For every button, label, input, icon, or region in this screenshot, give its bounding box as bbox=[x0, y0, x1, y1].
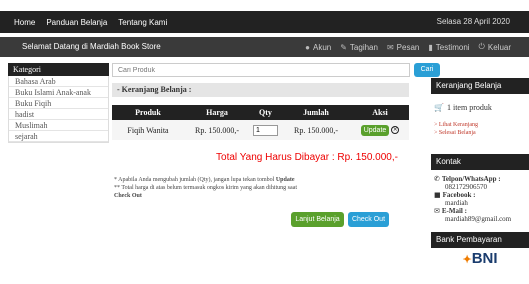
facebook-label: Facebook : bbox=[442, 191, 476, 199]
note-shipping: ** Total harga di atas belum termasuk on… bbox=[114, 185, 297, 191]
category-item-sejarah[interactable]: sejarah bbox=[9, 131, 108, 142]
nav-panduan-belanja[interactable]: Panduan Belanja bbox=[46, 18, 107, 27]
category-list: Bahasa Arab Buku Islami Anak-anak Buku F… bbox=[8, 76, 109, 143]
cart-header-row: Produk Harga Qty Jumlah Aksi bbox=[112, 105, 409, 120]
col-qty: Qty bbox=[250, 105, 281, 120]
phone-value: 082172906570 bbox=[445, 183, 487, 191]
cell-amount: Rp. 150.000,- bbox=[281, 120, 351, 140]
facebook-label-row: ■ Facebook : bbox=[434, 191, 526, 199]
cell-price: Rp. 150.000,- bbox=[184, 120, 250, 140]
link-keluar-label: Keluar bbox=[487, 42, 511, 52]
remove-icon[interactable]: × bbox=[391, 126, 400, 134]
link-tagihan-label: Tagihan bbox=[349, 42, 378, 52]
nav-home[interactable]: Home bbox=[14, 18, 35, 27]
comment-icon: ▮ bbox=[428, 42, 433, 52]
account-links: ● Akun ✎ Tagihan ✉ Pesan ▮ Testimoni ⏻ Keluar bbox=[296, 37, 511, 57]
link-akun-label: Akun bbox=[312, 42, 332, 52]
email-label-row: ✉ E-Mail : bbox=[434, 207, 526, 215]
phone-label-row: ✆ Telpon/WhatsApp : bbox=[434, 175, 526, 183]
col-jumlah: Jumlah bbox=[281, 105, 351, 120]
cell-product: Fiqih Wanita bbox=[112, 120, 184, 140]
welcome-text: Selamat Datang di Mardiah Book Store bbox=[22, 42, 161, 51]
note-update-text: * Apabila Anda mengubah jumlah (Qty), ja… bbox=[114, 177, 276, 183]
cart-summary: 🛒 1 item produk bbox=[434, 103, 526, 112]
bni-star-icon: ✦ bbox=[462, 254, 472, 266]
link-akun[interactable]: ● Akun bbox=[305, 43, 331, 52]
category-item-muslimah[interactable]: Muslimah bbox=[9, 120, 108, 131]
right-sidebar: Keranjang Belanja 🛒 1 item produk > Lihat… bbox=[431, 78, 529, 267]
link-keluar[interactable]: ⏻ Keluar bbox=[479, 42, 511, 52]
bank-name: BNI bbox=[471, 250, 498, 267]
link-pesan-label: Pesan bbox=[396, 42, 420, 52]
search-input[interactable] bbox=[112, 63, 410, 77]
cell-qty bbox=[250, 120, 281, 140]
checkout-button[interactable]: Check Out bbox=[348, 212, 389, 227]
cart-icon: 🛒 bbox=[434, 103, 444, 112]
col-produk: Produk bbox=[112, 105, 184, 120]
link-pesan[interactable]: ✉ Pesan bbox=[387, 43, 419, 52]
envelope-icon: ✉ bbox=[386, 42, 394, 52]
cart-section-title: - Keranjang Belanja : bbox=[112, 83, 409, 97]
envelope-icon: ✉ bbox=[434, 207, 440, 215]
cart-panel-title: Keranjang Belanja bbox=[431, 78, 529, 94]
cell-actions: Update × bbox=[351, 120, 409, 140]
category-item-buku-islami-anak[interactable]: Buku Islami Anak-anak bbox=[9, 87, 108, 98]
welcome-bar: Selamat Datang di Mardiah Book Store ● Ak… bbox=[0, 37, 529, 57]
note-update-bold: Update bbox=[275, 177, 295, 183]
cart-panel-body: 🛒 1 item produk > Lihat Keranjang > Seles… bbox=[431, 94, 529, 142]
bank-panel-title: Bank Pembayaran bbox=[431, 232, 529, 248]
continue-shopping-button[interactable]: Lanjut Belanja bbox=[291, 212, 344, 227]
phone-label: Telpon/WhatsApp : bbox=[441, 175, 501, 183]
category-item-hadist[interactable]: hadist bbox=[9, 109, 108, 120]
facebook-value: mardiah bbox=[445, 199, 468, 207]
contact-panel-body: ✆ Telpon/WhatsApp : 082172906570 ■ Faceboo… bbox=[431, 170, 529, 228]
finish-shopping-link[interactable]: > Selesai Belanja bbox=[434, 129, 526, 137]
note-update: * Apabila Anda mengubah jumlah (Qty), ja… bbox=[114, 176, 362, 184]
view-cart-link[interactable]: > Lihat Keranjang bbox=[434, 121, 526, 129]
cart-item-count: 1 item produk bbox=[446, 103, 492, 112]
cart-table: Produk Harga Qty Jumlah Aksi Fiqih Wanit… bbox=[112, 105, 409, 140]
user-icon: ● bbox=[305, 42, 310, 52]
facebook-icon: ■ bbox=[434, 191, 441, 199]
email-label: E-Mail : bbox=[441, 207, 467, 215]
note-checkout: Check Out bbox=[114, 193, 142, 199]
email-value: mardiah89@gmail.com bbox=[445, 215, 512, 223]
current-date: Selasa 28 April 2020 bbox=[436, 17, 510, 26]
top-menu: Home Panduan Belanja Tentang Kami bbox=[14, 11, 178, 33]
update-button[interactable]: Update bbox=[360, 124, 390, 136]
top-navbar: Home Panduan Belanja Tentang Kami Selasa… bbox=[0, 11, 529, 33]
bank-logo: ✦BNI bbox=[431, 250, 529, 267]
link-testimoni-label: Testimoni bbox=[435, 42, 470, 52]
link-tagihan[interactable]: ✎ Tagihan bbox=[340, 43, 378, 52]
category-item-bahasa-arab[interactable]: Bahasa Arab bbox=[9, 76, 108, 87]
qty-input[interactable] bbox=[253, 124, 278, 136]
power-icon: ⏻ bbox=[478, 42, 485, 51]
search-button[interactable]: Cari bbox=[414, 63, 440, 77]
category-item-buku-fiqih[interactable]: Buku Fiqih bbox=[9, 98, 108, 109]
nav-tentang-kami[interactable]: Tentang Kami bbox=[118, 18, 167, 27]
col-harga: Harga bbox=[184, 105, 250, 120]
table-row: Fiqih Wanita Rp. 150.000,- Rp. 150.000,-… bbox=[112, 120, 409, 140]
link-testimoni[interactable]: ▮ Testimoni bbox=[428, 43, 469, 52]
cart-notes: * Apabila Anda mengubah jumlah (Qty), ja… bbox=[114, 176, 362, 200]
category-title: Kategori bbox=[8, 63, 109, 76]
contact-panel-title: Kontak bbox=[431, 154, 529, 170]
phone-icon: ✆ bbox=[434, 175, 440, 183]
category-sidebar: Kategori Bahasa Arab Buku Islami Anak-an… bbox=[8, 63, 109, 143]
col-aksi: Aksi bbox=[351, 105, 409, 120]
edit-icon: ✎ bbox=[340, 42, 347, 52]
